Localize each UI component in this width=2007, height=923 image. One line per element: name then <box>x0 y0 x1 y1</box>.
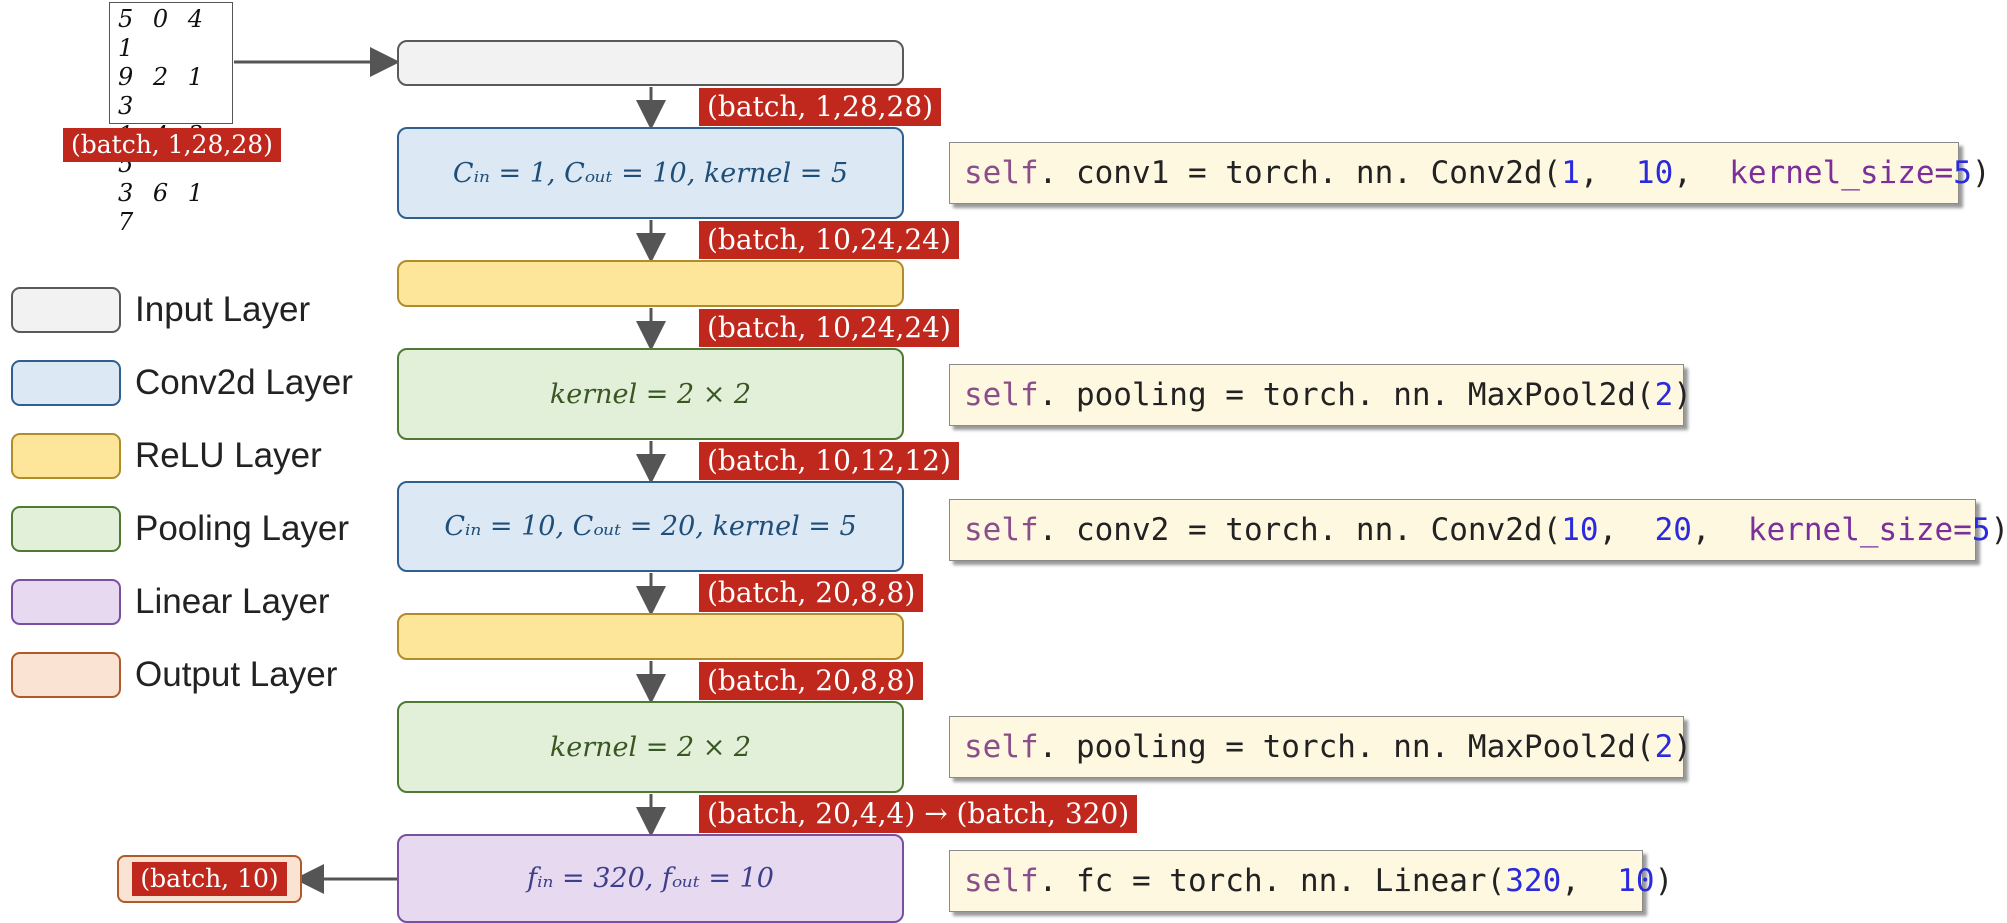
shape-tag-after-conv1: (batch, 10,24,24) <box>699 221 959 259</box>
legend-label: Pooling Layer <box>135 509 350 548</box>
code-end: ) <box>1654 863 1674 899</box>
code-self: self <box>964 155 1039 191</box>
code-end: ) <box>1991 512 2007 548</box>
code-conv1: self. conv1 = torch. nn. Conv2d(1, 10, k… <box>949 142 1991 204</box>
code-kwarg: kernel_size= <box>1747 512 1972 548</box>
legend-swatch-conv2d <box>11 360 121 406</box>
pool1-layer-block: kernel = 2 × 2 <box>397 348 904 440</box>
input-layer-block <box>397 40 904 86</box>
fc-params: fᵢₙ = 320, fₒᵤₜ = 10 <box>527 863 774 894</box>
legend-swatch-output <box>11 652 121 698</box>
legend-label: Input Layer <box>135 290 311 329</box>
relu1-layer-block <box>397 260 904 307</box>
conv2-params: Cᵢₙ = 10, Cₒᵤₜ = 20, kernel = 5 <box>444 511 857 542</box>
pool2-layer-block: kernel = 2 × 2 <box>397 701 904 793</box>
legend-label: Output Layer <box>135 655 338 694</box>
code-num: 5 <box>1971 512 1991 548</box>
code-num: 2 <box>1654 729 1674 765</box>
code-text: . conv2 = torch. nn. Conv2d( <box>1038 512 1562 548</box>
code-sep: , <box>1691 512 1748 548</box>
legend-label: ReLU Layer <box>135 436 322 475</box>
code-num: 320 <box>1505 863 1562 899</box>
shape-tag-after-relu2: (batch, 20,8,8) <box>699 662 924 700</box>
legend-swatch-input <box>11 287 121 333</box>
code-num: 1 <box>1561 155 1580 191</box>
fc-layer-block: fᵢₙ = 320, fₒᵤₜ = 10 <box>397 834 904 923</box>
legend: Input Layer Conv2d Layer ReLU Layer Pool… <box>11 287 371 698</box>
code-kwarg: kernel_size= <box>1729 155 1954 191</box>
code-end: ) <box>1971 155 1991 191</box>
code-num: 20 <box>1654 512 1692 548</box>
legend-label: Conv2d Layer <box>135 363 353 402</box>
legend-item-conv2d: Conv2d Layer <box>11 360 371 406</box>
code-sep: , <box>1561 863 1618 899</box>
legend-swatch-relu <box>11 433 121 479</box>
legend-item-output: Output Layer <box>11 652 371 698</box>
legend-label: Linear Layer <box>135 582 330 621</box>
code-num: 2 <box>1654 377 1674 413</box>
legend-item-linear: Linear Layer <box>11 579 371 625</box>
legend-item-pooling: Pooling Layer <box>11 506 371 552</box>
shape-tag-after-conv2: (batch, 20,8,8) <box>699 574 924 612</box>
conv1-params: Cᵢₙ = 1, Cₒᵤₜ = 10, kernel = 5 <box>452 157 849 189</box>
code-pool1: self. pooling = torch. nn. MaxPool2d(2) <box>949 364 1692 426</box>
code-num: 10 <box>1617 863 1655 899</box>
code-num: 10 <box>1561 512 1599 548</box>
shape-tag-after-pool2: (batch, 20,4,4) → (batch, 320) <box>699 795 1138 833</box>
legend-swatch-linear <box>11 579 121 625</box>
code-text: . pooling = torch. nn. MaxPool2d( <box>1038 729 1655 765</box>
code-self: self <box>964 377 1039 413</box>
shape-tag-after-relu1: (batch, 10,24,24) <box>699 309 959 347</box>
code-self: self <box>964 863 1039 899</box>
code-sep: , <box>1579 155 1636 191</box>
code-num: 5 <box>1953 155 1972 191</box>
conv1-layer-block: Cᵢₙ = 1, Cₒᵤₜ = 10, kernel = 5 <box>397 127 904 219</box>
code-self: self <box>964 729 1039 765</box>
legend-item-input: Input Layer <box>11 287 371 333</box>
pool2-params: kernel = 2 × 2 <box>549 731 752 763</box>
code-conv2: self. conv2 = torch. nn. Conv2d(10, 20, … <box>949 499 2007 561</box>
code-end: ) <box>1673 729 1692 765</box>
pool1-params: kernel = 2 × 2 <box>549 378 752 410</box>
output-layer-block: (batch, 10) <box>117 855 302 903</box>
code-sep: , <box>1598 512 1655 548</box>
legend-swatch-pooling <box>11 506 121 552</box>
shape-tag-after-pool1: (batch, 10,12,12) <box>699 442 959 480</box>
code-self: self <box>964 512 1039 548</box>
code-num: 10 <box>1635 155 1674 191</box>
code-pool2: self. pooling = torch. nn. MaxPool2d(2) <box>949 716 1692 778</box>
code-fc: self. fc = torch. nn. Linear(320, 10) <box>949 850 1673 912</box>
relu2-layer-block <box>397 613 904 660</box>
shape-tag-after-input: (batch, 1,28,28) <box>699 88 942 126</box>
code-end: ) <box>1673 377 1692 413</box>
code-text: . conv1 = torch. nn. Conv2d( <box>1038 155 1562 191</box>
code-text: . pooling = torch. nn. MaxPool2d( <box>1038 377 1655 413</box>
output-shape-tag: (batch, 10) <box>132 862 287 896</box>
code-text: . fc = torch. nn. Linear( <box>1038 863 1506 899</box>
conv2-layer-block: Cᵢₙ = 10, Cₒᵤₜ = 20, kernel = 5 <box>397 481 904 572</box>
code-sep: , <box>1673 155 1730 191</box>
legend-item-relu: ReLU Layer <box>11 433 371 479</box>
